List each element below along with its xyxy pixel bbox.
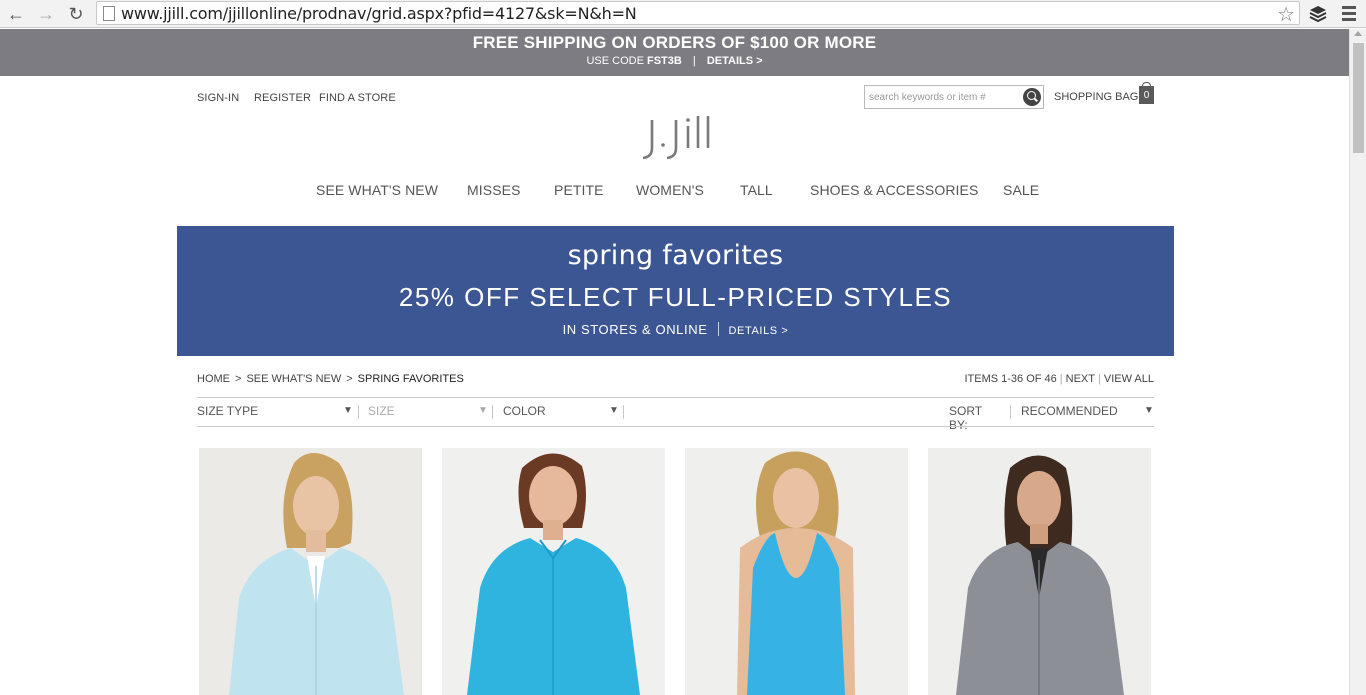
promo-headline: FREE SHIPPING ON ORDERS OF $100 OR MORE (472, 33, 877, 52)
sign-in-link[interactable]: SIGN-IN (197, 92, 239, 104)
back-arrow-icon[interactable]: ← (4, 2, 28, 26)
banner-title: spring favorites (567, 240, 784, 271)
breadcrumb: HOME > SEE WHAT'S NEW > SPRING FAVORITES (197, 373, 464, 385)
promo-banner[interactable]: spring favorites 25% OFF SELECT FULL-PRI… (177, 226, 1174, 356)
chevron-down-icon: ▼ (609, 405, 619, 416)
product-image[interactable] (442, 448, 665, 695)
promo-subline: USE CODE FST3B | DETAILS > (586, 55, 763, 67)
layers-icon[interactable] (1307, 3, 1329, 25)
filter-divider (358, 405, 359, 419)
size-type-label: SIZE TYPE (197, 404, 259, 418)
next-page-link[interactable]: NEXT (1066, 373, 1095, 385)
forward-arrow-icon[interactable]: → (34, 2, 58, 26)
size-type-filter[interactable]: SIZE TYPE ▼ (197, 404, 355, 420)
shopping-bag-icon[interactable]: 0 (1139, 82, 1154, 104)
breadcrumb-section[interactable]: SEE WHAT'S NEW (246, 373, 341, 385)
filter-divider (623, 405, 624, 419)
chevron-down-icon: ▼ (343, 405, 353, 416)
size-label: SIZE (368, 404, 395, 418)
banner-subline: IN STORES & ONLINE DETAILS > (177, 322, 1174, 337)
nav-womens[interactable]: WOMEN'S (636, 182, 704, 198)
color-label: COLOR (503, 404, 546, 418)
chevron-down-icon: ▼ (478, 405, 488, 416)
promo-code-prefix: USE CODE (586, 55, 644, 67)
filter-divider (1010, 405, 1011, 419)
breadcrumb-current: SPRING FAVORITES (357, 373, 464, 385)
promo-bar: FREE SHIPPING ON ORDERS OF $100 OR MORE … (0, 29, 1349, 76)
promo-details-link[interactable]: DETAILS > (707, 55, 763, 67)
page-scrollbar[interactable] (1349, 29, 1366, 695)
size-filter[interactable]: SIZE ▼ (368, 404, 488, 420)
menu-icon[interactable] (1338, 3, 1360, 25)
breadcrumb-home[interactable]: HOME (197, 373, 230, 385)
star-icon[interactable]: ☆ (1277, 2, 1295, 27)
nav-sale[interactable]: SALE (1003, 182, 1039, 198)
nav-misses[interactable]: MISSES (467, 182, 521, 198)
browser-toolbar: ← → ↻ www.jjill.com/jjillonline/prodnav/… (0, 0, 1366, 28)
sort-by-label: SORT BY: (949, 404, 982, 432)
sort-value: RECOMMENDED (1021, 404, 1118, 418)
items-count: ITEMS 1-36 OF 46 (964, 373, 1057, 385)
search-icon[interactable] (1023, 88, 1041, 106)
product-image[interactable] (685, 448, 908, 695)
scrollbar-thumb[interactable] (1353, 43, 1364, 153)
product-image[interactable] (199, 448, 422, 695)
nav-see-whats-new[interactable]: SEE WHAT'S NEW (316, 182, 438, 198)
view-all-link[interactable]: VIEW ALL (1104, 373, 1154, 385)
nav-shoes-accessories[interactable]: SHOES & ACCESSORIES (810, 182, 978, 198)
url-text[interactable]: www.jjill.com/jjillonline/prodnav/grid.a… (121, 4, 637, 23)
search-box (864, 85, 1044, 109)
divider (197, 397, 1154, 398)
nav-petite[interactable]: PETITE (554, 182, 604, 198)
register-link[interactable]: REGISTER (254, 92, 311, 104)
reload-icon[interactable]: ↻ (64, 2, 88, 26)
divider (197, 426, 1154, 427)
promo-code: FST3B (646, 55, 682, 67)
banner-details-link[interactable]: DETAILS > (729, 325, 789, 337)
pagination: ITEMS 1-36 OF 46 | NEXT | VIEW ALL (964, 373, 1154, 385)
color-filter[interactable]: COLOR ▼ (503, 404, 619, 420)
address-bar[interactable]: www.jjill.com/jjillonline/prodnav/grid.a… (96, 1, 1300, 27)
scroll-up-icon[interactable] (1354, 31, 1362, 36)
banner-where: IN STORES & ONLINE (562, 322, 708, 337)
product-image[interactable] (928, 448, 1151, 695)
banner-offer: 25% OFF SELECT FULL-PRICED STYLES (398, 282, 953, 312)
sort-select[interactable]: RECOMMENDED ▼ (1021, 404, 1154, 420)
find-store-link[interactable]: FIND A STORE (319, 92, 396, 104)
chevron-down-icon: ▼ (1144, 405, 1154, 416)
jjill-logo[interactable] (630, 108, 720, 164)
nav-tall[interactable]: TALL (740, 182, 773, 198)
search-input[interactable] (869, 90, 1019, 104)
filter-divider (492, 405, 493, 419)
shopping-bag-link[interactable]: SHOPPING BAG (1054, 91, 1138, 103)
page-icon (103, 6, 115, 21)
